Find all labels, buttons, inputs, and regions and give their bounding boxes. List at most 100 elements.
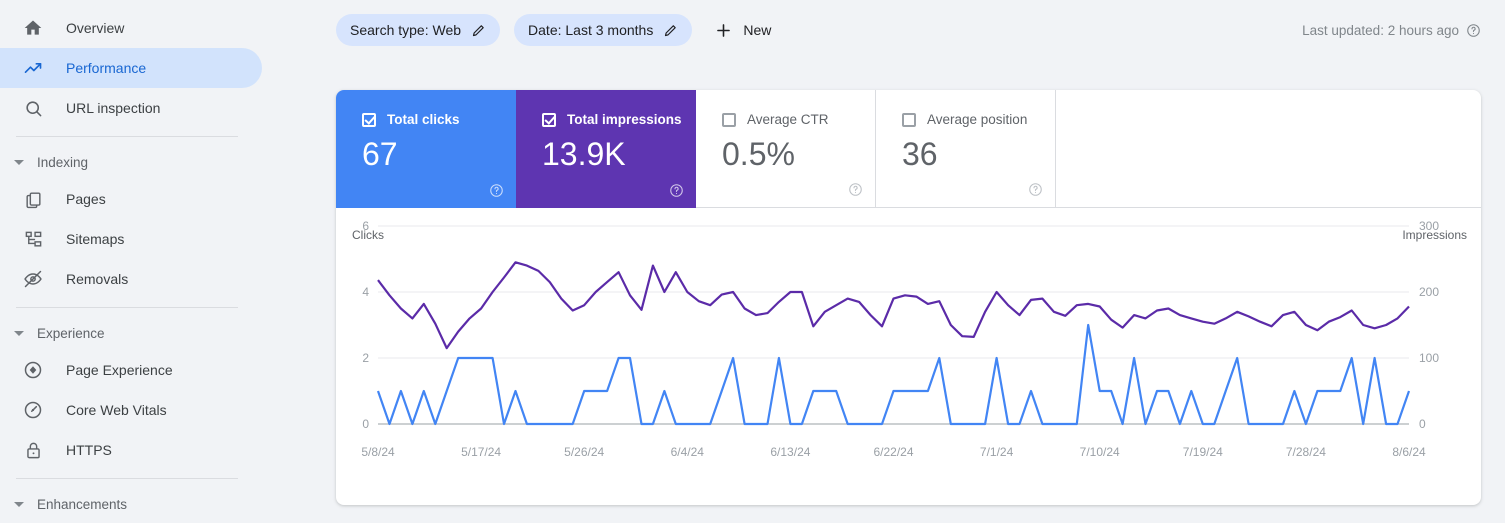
x-axis-tick: 6/22/24 — [873, 445, 913, 459]
trending-up-icon — [22, 57, 44, 79]
series-impressions — [377, 261, 1410, 350]
metric-title: Total clicks — [387, 112, 460, 127]
pencil-icon[interactable] — [471, 23, 486, 38]
chevron-down-icon — [14, 159, 24, 165]
checkbox-average-ctr[interactable] — [722, 112, 736, 127]
pencil-icon[interactable] — [663, 23, 678, 38]
help-circle-icon[interactable] — [669, 183, 684, 198]
sidebar-item-label: Page Experience — [66, 362, 173, 378]
y-axis-tick: 2 — [362, 351, 369, 365]
x-axis-tick: 6/4/24 — [671, 445, 705, 459]
sidebar-item-label: URL inspection — [66, 100, 161, 116]
checkbox-average-position[interactable] — [902, 112, 916, 127]
filter-chip-search-type[interactable]: Search type: Web — [336, 14, 501, 46]
y-axis-tick: 4 — [362, 285, 369, 299]
filter-bar: Search type: Web Date: Last 3 months New… — [262, 0, 1505, 60]
sidebar-item-label: Removals — [66, 271, 129, 287]
last-updated-label: Last updated: 2 hours ago — [1302, 22, 1459, 38]
diamond-icon — [22, 359, 44, 381]
home-icon — [22, 17, 44, 39]
sidebar-group-label: Enhancements — [37, 496, 128, 512]
chart-svg[interactable]: 0 0 2 100 4 200 6 300 5/8/24 5/17/24 5/26/24 6/4/24… — [336, 208, 1481, 505]
sidebar-item-sitemaps[interactable]: Sitemaps — [0, 219, 262, 259]
checkbox-total-clicks[interactable] — [362, 112, 376, 127]
x-axis-tick: 5/8/24 — [361, 445, 395, 459]
plus-icon — [714, 21, 733, 40]
sidebar: Overview Performance URL inspection Inde… — [0, 0, 262, 523]
help-circle-icon[interactable] — [489, 183, 504, 198]
y-axis-tick: 0 — [362, 417, 369, 431]
sidebar-item-label: Sitemaps — [66, 231, 125, 247]
main-content: Search type: Web Date: Last 3 months New… — [262, 0, 1505, 523]
metric-value: 67 — [362, 136, 398, 172]
filter-chip-label: Search type: Web — [350, 22, 462, 38]
x-axis-tick: 7/1/24 — [980, 445, 1014, 459]
x-axis-tick: 7/19/24 — [1183, 445, 1223, 459]
sidebar-divider — [16, 478, 238, 479]
checkbox-total-impressions[interactable] — [542, 112, 556, 127]
metric-title: Average CTR — [747, 112, 829, 127]
help-circle-icon[interactable] — [848, 182, 863, 197]
eye-off-icon — [22, 268, 44, 290]
search-icon — [22, 97, 44, 119]
sidebar-group-experience[interactable]: Experience — [0, 316, 262, 350]
y-axis-tick: 6 — [362, 219, 369, 233]
metric-title: Average position — [927, 112, 1028, 127]
sidebar-divider — [16, 136, 238, 137]
sidebar-item-performance[interactable]: Performance — [0, 48, 262, 88]
sidebar-item-label: Overview — [66, 20, 125, 36]
x-axis-tick: 8/6/24 — [1392, 445, 1426, 459]
sidebar-item-label: Pages — [66, 191, 106, 207]
lock-icon — [22, 439, 44, 461]
y2-axis-tick: 0 — [1419, 417, 1426, 431]
x-axis-tick: 7/10/24 — [1080, 445, 1120, 459]
sidebar-item-pages[interactable]: Pages — [0, 179, 262, 219]
sidebar-divider — [16, 307, 238, 308]
y2-axis-tick: 100 — [1419, 351, 1439, 365]
sidebar-item-https[interactable]: HTTPS — [0, 430, 262, 470]
pages-icon — [22, 188, 44, 210]
chevron-down-icon — [14, 330, 24, 336]
sidebar-item-url-inspection[interactable]: URL inspection — [0, 88, 262, 128]
sidebar-group-label: Indexing — [37, 154, 89, 170]
sidebar-group-enhancements[interactable]: Enhancements — [0, 487, 262, 521]
search-console-performance-page: Overview Performance URL inspection Inde… — [0, 0, 1505, 523]
metric-card-total-impressions[interactable]: Total impressions 13.9K — [516, 90, 696, 208]
help-circle-icon[interactable] — [1466, 23, 1481, 38]
sidebar-group-label: Experience — [37, 325, 105, 341]
metric-cards: Total clicks 67 Total impressions 13.9K — [336, 90, 1481, 208]
metric-card-average-ctr[interactable]: Average CTR 0.5% — [696, 90, 876, 208]
series-clicks — [376, 323, 1411, 426]
metric-card-average-position[interactable]: Average position 36 — [876, 90, 1056, 208]
sidebar-item-page-experience[interactable]: Page Experience — [0, 350, 262, 390]
performance-chart: Clicks Impressions 0 0 2 100 4 200 6 300 5/8/24 5… — [336, 208, 1481, 505]
sidebar-item-label: Core Web Vitals — [66, 402, 167, 418]
sidebar-item-label: Performance — [66, 60, 147, 76]
metric-value: 0.5% — [722, 136, 795, 172]
y2-axis-tick: 300 — [1419, 219, 1439, 233]
performance-panel: Total clicks 67 Total impressions 13.9K — [336, 90, 1481, 505]
last-updated: Last updated: 2 hours ago — [1302, 23, 1481, 38]
add-filter-label: New — [743, 22, 772, 38]
metric-title: Total impressions — [567, 112, 682, 127]
sidebar-item-core-web-vitals[interactable]: Core Web Vitals — [0, 390, 262, 430]
sidebar-group-indexing[interactable]: Indexing — [0, 145, 262, 179]
metric-value: 36 — [902, 136, 938, 172]
x-axis-tick: 5/17/24 — [461, 445, 501, 459]
x-axis-tick: 7/28/24 — [1286, 445, 1326, 459]
filter-chip-label: Date: Last 3 months — [528, 22, 654, 38]
add-filter-button[interactable]: New — [706, 14, 779, 46]
filter-chip-date[interactable]: Date: Last 3 months — [514, 14, 693, 46]
help-circle-icon[interactable] — [1028, 182, 1043, 197]
metric-value: 13.9K — [542, 136, 626, 172]
x-axis-tick: 6/13/24 — [770, 445, 810, 459]
y2-axis-tick: 200 — [1419, 285, 1439, 299]
metric-card-total-clicks[interactable]: Total clicks 67 — [336, 90, 516, 208]
metric-spacer — [1056, 90, 1481, 208]
chevron-down-icon — [14, 501, 24, 507]
sidebar-item-removals[interactable]: Removals — [0, 259, 262, 299]
sidebar-item-overview[interactable]: Overview — [0, 8, 262, 48]
x-axis-tick: 5/26/24 — [564, 445, 604, 459]
sidebar-item-label: HTTPS — [66, 442, 112, 458]
sitemap-icon — [22, 228, 44, 250]
